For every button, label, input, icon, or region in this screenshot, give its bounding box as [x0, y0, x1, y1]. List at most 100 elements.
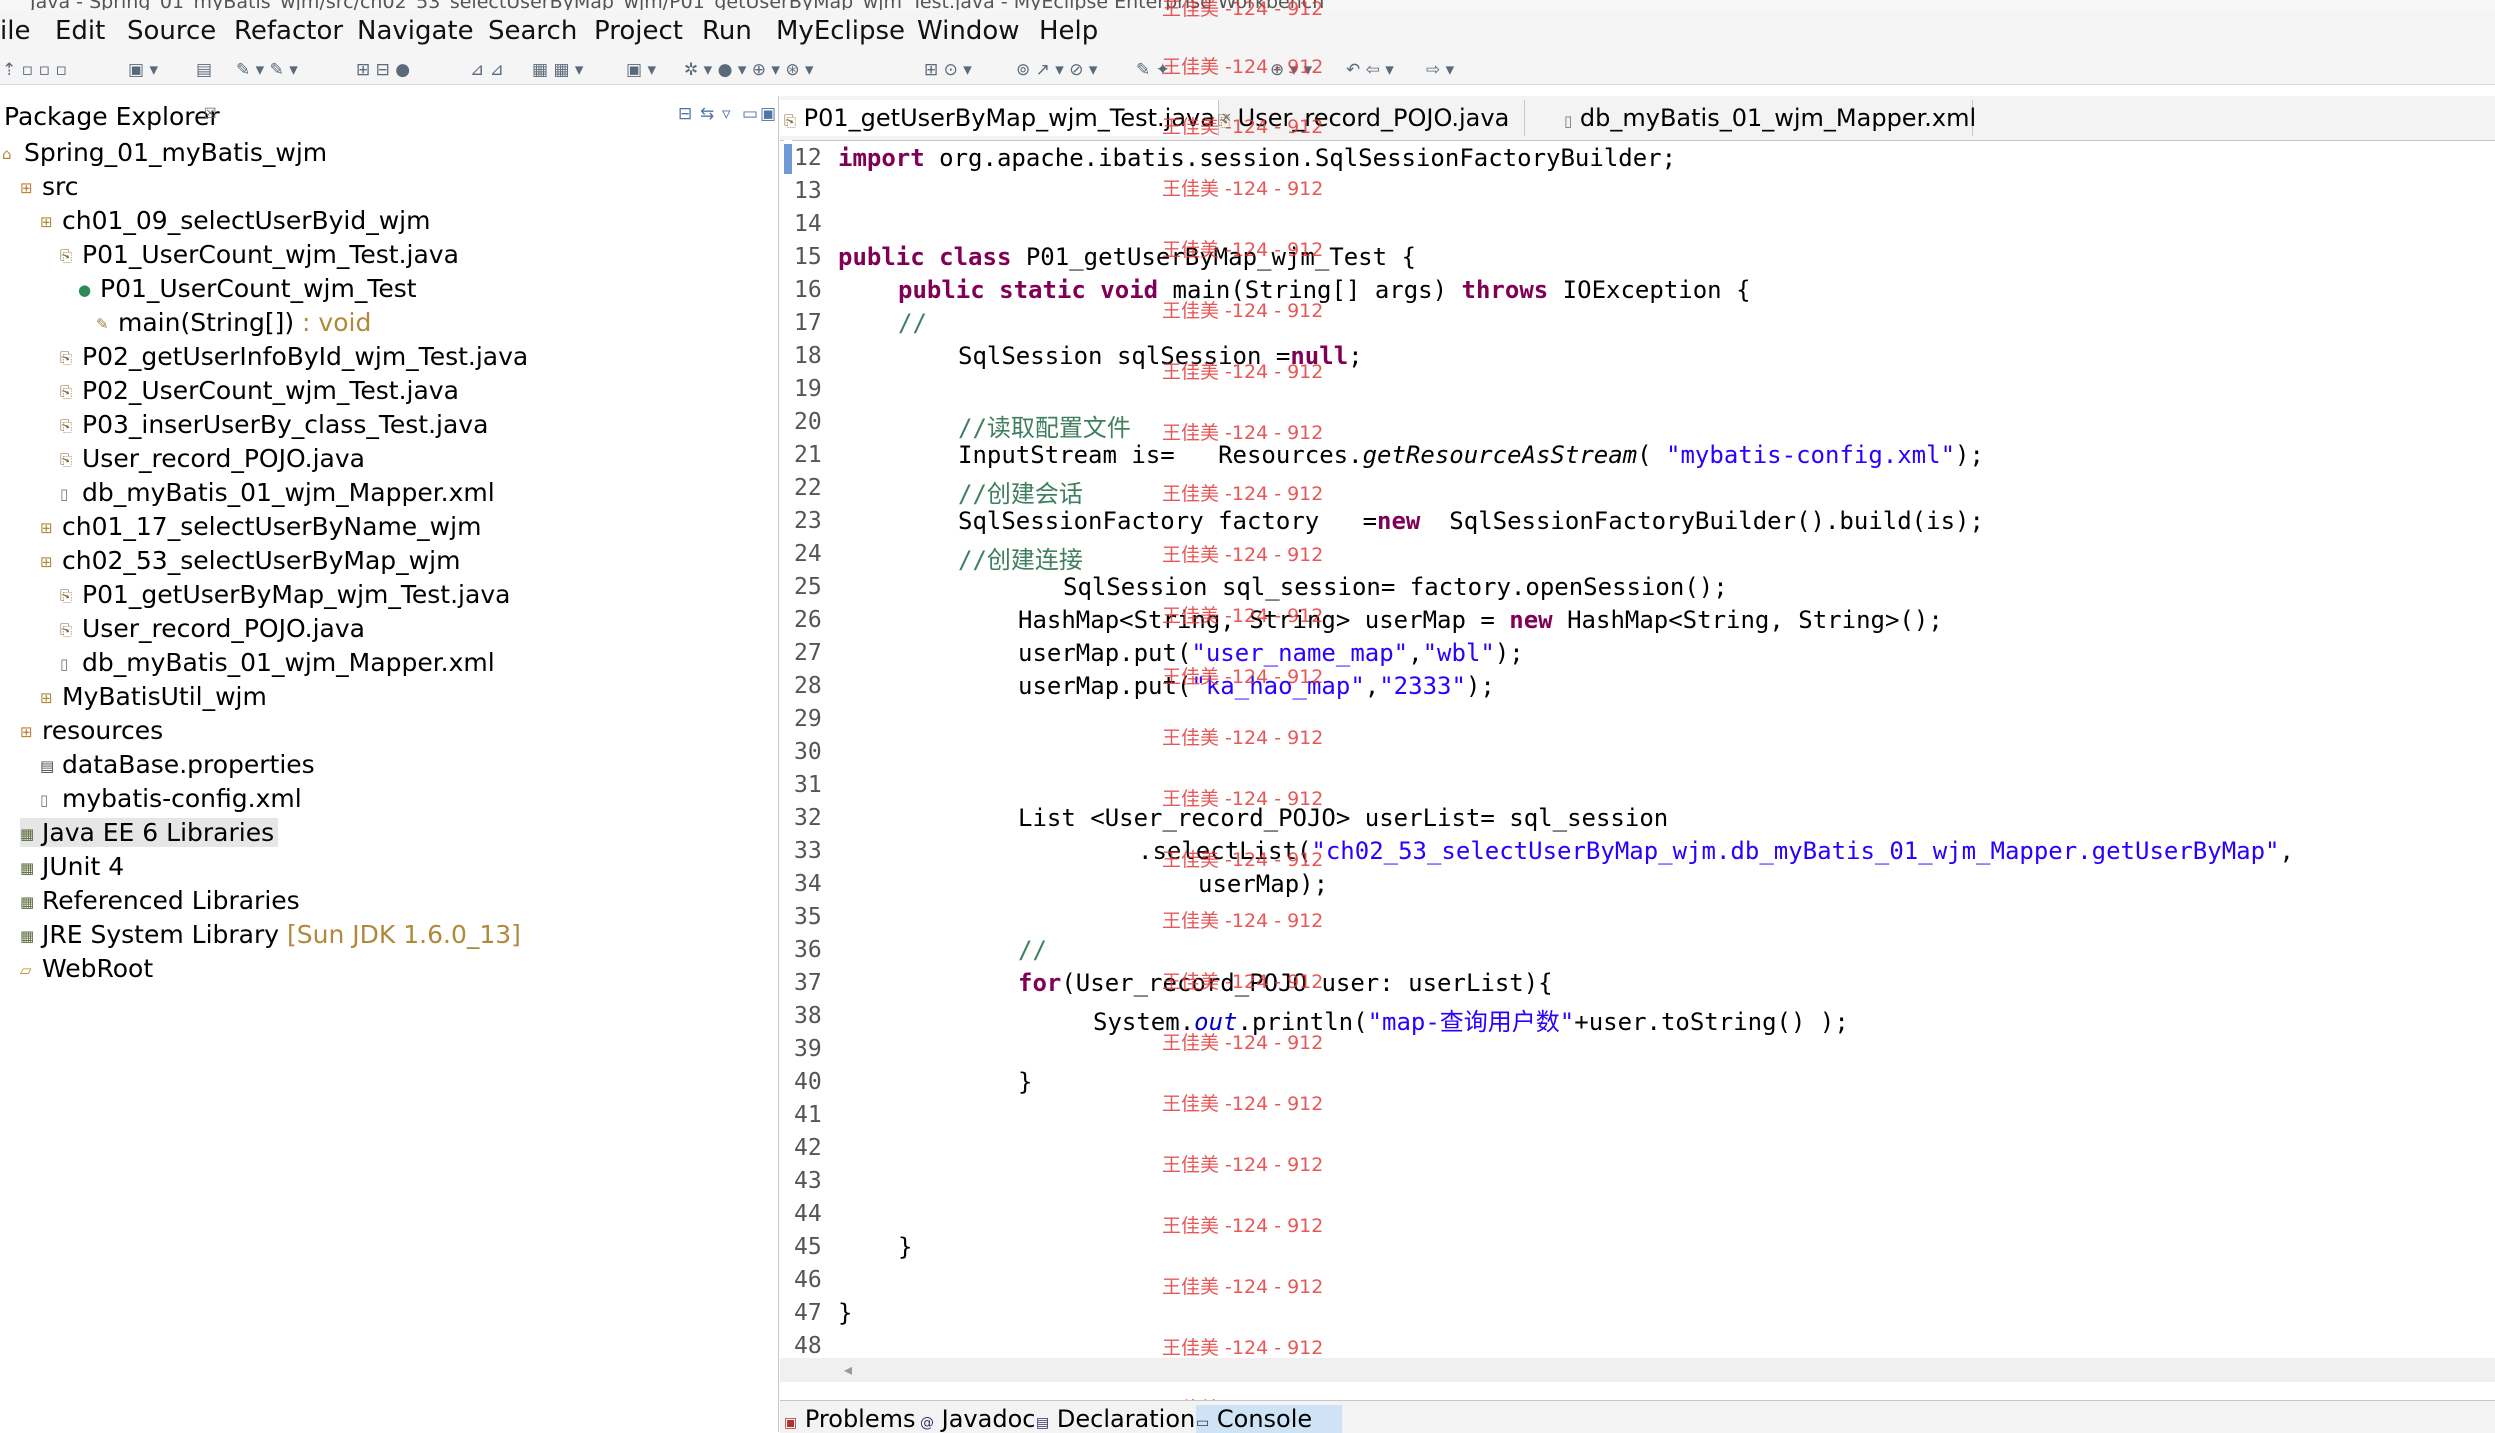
line-number: 48 [794, 1333, 822, 1359]
code-line[interactable]: import org.apache.ibatis.session.SqlSess… [838, 144, 1676, 172]
tree-item[interactable]: ⊞ ch01_17_selectUserByName_wjm [40, 512, 481, 541]
line-number: 47 [794, 1300, 822, 1326]
open-type-icon[interactable]: ⊚ ↗ ▾ ⊘ ▾ [1016, 60, 1097, 80]
view-menu-icon[interactable]: ▿ [722, 104, 731, 124]
tree-item[interactable]: ▦ JRE System Library [Sun JDK 1.6.0_13] [20, 920, 521, 949]
class-icon: ● [78, 281, 92, 299]
server-icon[interactable]: ▦ ▦ ▾ [532, 60, 583, 80]
tree-item[interactable]: ▦ JUnit 4 [20, 852, 124, 881]
xml-file-icon: ▯ [60, 655, 69, 673]
tree-item[interactable]: ⊞ src [20, 172, 79, 201]
tab-javadoc[interactable]: @ Javadoc [920, 1405, 1035, 1433]
code-comment[interactable]: //创建会话 [958, 474, 1083, 509]
print-icon[interactable]: ▤ [196, 60, 212, 80]
menu-window[interactable]: Window [917, 16, 1020, 46]
tree-item[interactable]: ⎘ P01_UserCount_wjm_Test.java [60, 240, 459, 269]
line-number: 32 [794, 805, 822, 831]
tree-item[interactable]: ▦ Referenced Libraries [20, 886, 300, 915]
search-icon[interactable]: ⊞ ⊙ ▾ [924, 60, 972, 80]
code-line[interactable]: } [1018, 1068, 1032, 1096]
collapse-all-icon[interactable]: ⊟ [678, 104, 692, 124]
line-number: 38 [794, 1003, 822, 1029]
code-line[interactable]: public static void main(String[] args) t… [898, 276, 1751, 304]
forward-icon[interactable]: ⇨ ▾ [1426, 60, 1454, 80]
tree-item[interactable]: ▤ dataBase.properties [40, 750, 315, 779]
editor-tab[interactable]: ▯ db_myBatis_01_wjm_Mapper.xml [1560, 100, 1976, 136]
tree-item[interactable]: ⊞ resources [20, 716, 163, 745]
code-comment[interactable]: // [898, 309, 927, 337]
watermark: 王佳美 -124 - 912 [1162, 1337, 1324, 1359]
link-editor-icon[interactable]: ⇆ [700, 104, 714, 124]
watermark: 王佳美 -124 - 912 [1162, 971, 1324, 993]
menu-refactor[interactable]: Refactor [234, 16, 343, 46]
tree-item[interactable]: ⎘ P02_getUserInfoById_wjm_Test.java [60, 342, 528, 371]
save-icon[interactable]: ▣ ▾ [128, 60, 158, 80]
tab-console[interactable]: ▭ Console [1196, 1405, 1343, 1433]
code-line[interactable]: SqlSessionFactory factory =new SqlSessio… [958, 507, 1984, 535]
menu-project[interactable]: Project [594, 16, 683, 46]
code-line[interactable]: } [838, 1299, 852, 1327]
menu-search[interactable]: Search [488, 16, 577, 46]
minimize-icon[interactable]: ▭ [742, 104, 758, 124]
java-file-icon: ⎘ [60, 247, 73, 265]
horizontal-scrollbar[interactable]: ◂ [780, 1358, 2495, 1382]
tree-item[interactable]: ✎ main(String[]) : void [96, 308, 371, 337]
tree-item[interactable]: ▱ WebRoot [20, 954, 153, 983]
line-number: 41 [794, 1102, 822, 1128]
menu-navigate[interactable]: Navigate [357, 16, 474, 46]
ant-icon[interactable]: ⊿ ⊿ [470, 60, 504, 80]
menu-help[interactable]: Help [1039, 16, 1098, 46]
menu-myeclipse[interactable]: MyEclipse [776, 16, 905, 46]
code-line[interactable]: HashMap<String, String> userMap = new Ha… [1018, 606, 1943, 634]
menu-file[interactable]: ile [0, 16, 30, 46]
tree-item[interactable]: ⎘ User_record_POJO.java [60, 614, 365, 643]
tree-item[interactable]: ⎘ P02_UserCount_wjm_Test.java [60, 376, 459, 405]
code-line[interactable]: List <User_record_POJO> userList= sql_se… [1018, 804, 1668, 832]
tree-item[interactable]: ⌂ Spring_01_myBatis_wjm [2, 138, 327, 167]
tree-item[interactable]: ⎘ P03_inserUserBy_class_Test.java [60, 410, 488, 439]
watermark: 王佳美 -124 - 912 [1162, 849, 1324, 871]
scroll-left-icon[interactable]: ◂ [844, 1360, 852, 1379]
maximize-icon[interactable]: ▣ [760, 104, 776, 124]
tree-item[interactable]: ● P01_UserCount_wjm_Test [78, 274, 417, 303]
code-comment[interactable]: //创建连接 [958, 540, 1083, 575]
refactor-icon[interactable]: ⊞ ⊟ ● [356, 60, 410, 80]
code-line[interactable]: SqlSession sql_session= factory.openSess… [1063, 573, 1728, 601]
code-line[interactable]: } [898, 1233, 912, 1261]
line-number: 17 [794, 310, 822, 336]
tree-item-selected[interactable]: ▦ Java EE 6 Libraries [20, 818, 279, 847]
tree-item[interactable]: ⊞ ch02_53_selectUserByMap_wjm [40, 546, 460, 575]
menu-run[interactable]: Run [702, 16, 752, 46]
code-line[interactable]: InputStream is= Resources.getResourceAsS… [958, 441, 1984, 469]
watermark: 王佳美 -124 - 912 [1162, 361, 1324, 383]
run-icon[interactable]: ✲ ▾ ● ▾ ⊕ ▾ ⊛ ▾ [684, 60, 814, 80]
tab-problems[interactable]: ▣ Problems [784, 1405, 916, 1433]
bottom-panel-tabs: ▣ Problems @ Javadoc ▤ Declaration ▭ Con… [780, 1400, 2495, 1433]
tab-declaration[interactable]: ▤ Declaration [1036, 1405, 1195, 1433]
watermark: 王佳美 -124 - 912 [1162, 422, 1324, 444]
overview-ruler [784, 140, 792, 1380]
tree-item[interactable]: ▯ db_myBatis_01_wjm_Mapper.xml [60, 648, 495, 677]
code-comment[interactable]: //读取配置文件 [958, 408, 1131, 443]
menu-edit[interactable]: Edit [55, 16, 105, 46]
new-icon[interactable]: ⇡ ▫ ▫ ▫ [2, 60, 67, 80]
package-explorer-header: Package Explorer ☒ ⊟ ⇆ ▿ ▭ ▣ [0, 96, 778, 138]
code-comment[interactable]: // [1018, 936, 1047, 964]
code-line[interactable]: public class P01_getUserByMap_wjm_Test { [838, 243, 1416, 271]
close-icon[interactable]: ☒ [204, 106, 217, 122]
tree-item[interactable]: ▯ db_myBatis_01_wjm_Mapper.xml [60, 478, 495, 507]
line-number: 43 [794, 1168, 822, 1194]
debug-icon[interactable]: ✎ ▾ ✎ ▾ [236, 60, 298, 80]
back-icon[interactable]: ↶ ⇦ ▾ [1346, 60, 1394, 80]
deploy-icon[interactable]: ▣ ▾ [626, 60, 656, 80]
java-file-icon: ⎘ [60, 621, 73, 639]
editor-tab[interactable]: ⎘ P01_getUserByMap_wjm_Test.java ✕ [780, 100, 1232, 136]
tree-item[interactable]: ⊞ ch01_09_selectUserByid_wjm [40, 206, 430, 235]
tree-item[interactable]: ⎘ User_record_POJO.java [60, 444, 365, 473]
tree-item[interactable]: ⎘ P01_getUserByMap_wjm_Test.java [60, 580, 510, 609]
watermark: 王佳美 -124 - 912 [1162, 788, 1324, 810]
tree-item[interactable]: ⊞ MyBatisUtil_wjm [40, 682, 267, 711]
tree-item[interactable]: ▯ mybatis-config.xml [40, 784, 302, 813]
menu-source[interactable]: Source [127, 16, 216, 46]
code-line[interactable]: userMap); [1198, 870, 1328, 898]
